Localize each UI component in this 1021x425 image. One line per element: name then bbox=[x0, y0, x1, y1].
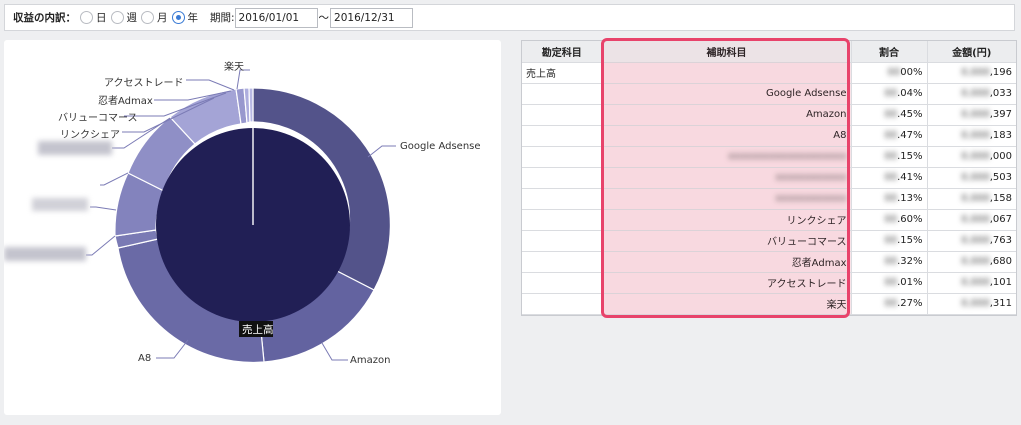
blurred-labels bbox=[4, 141, 112, 261]
cell-sub-account: 楽天 bbox=[602, 293, 852, 315]
cell-account bbox=[522, 104, 603, 126]
period-label: 期間: bbox=[210, 12, 235, 24]
radio-icon bbox=[141, 11, 154, 24]
cell-account bbox=[522, 167, 603, 189]
end-date-input[interactable] bbox=[330, 7, 414, 28]
table-row[interactable]: アクセストレード 88.01% 8,888,101 bbox=[522, 272, 1016, 294]
cell-ratio: 88.47% bbox=[851, 125, 928, 147]
label-value-commerce: バリューコマース bbox=[58, 112, 138, 124]
header-account[interactable]: 勘定科目 bbox=[522, 41, 603, 63]
cell-sub-account: リンクシェア bbox=[602, 209, 852, 231]
radio-icon bbox=[110, 11, 124, 24]
cell-account bbox=[522, 272, 603, 294]
radio-month[interactable]: 月 bbox=[141, 10, 168, 25]
radio-day[interactable]: 日 bbox=[80, 10, 107, 25]
cell-amount: 8,888,067 bbox=[927, 209, 1016, 231]
cell-amount: 8,888,397 bbox=[927, 104, 1016, 126]
radio-year-label: 年 bbox=[187, 12, 199, 24]
cell-sub-account: バリューコマース bbox=[602, 230, 852, 252]
table-row[interactable]: A8 88.47% 8,888,183 bbox=[522, 125, 1016, 147]
filter-label: 収益の内訳： bbox=[13, 12, 76, 24]
cell-account bbox=[522, 146, 603, 168]
cell-amount: 8,888,763 bbox=[927, 230, 1016, 252]
header-sub-account[interactable]: 補助科目 bbox=[602, 41, 852, 63]
cell-ratio: 88.41% bbox=[851, 167, 928, 189]
label-access-trade: アクセストレード bbox=[104, 77, 184, 89]
cell-sub-account: Amazon bbox=[602, 104, 852, 126]
cell-amount: 8,888,311 bbox=[927, 293, 1016, 315]
cell-amount: 8,888,196 bbox=[927, 62, 1016, 84]
table-row[interactable]: xxxxxxxxxxxx 88.41% 8,888,503 bbox=[522, 167, 1016, 189]
cell-ratio: 88.15% bbox=[851, 146, 928, 168]
table-row[interactable]: xxxxxxxxxxxx 88.13% 8,888,158 bbox=[522, 188, 1016, 210]
cell-sub-account: xxxxxxxxxxxxxxxxxxxx bbox=[602, 146, 852, 168]
cell-account bbox=[522, 230, 603, 252]
table-row[interactable]: Google Adsense 88.04% 8,888,033 bbox=[522, 83, 1016, 105]
cell-ratio: 88.04% bbox=[851, 83, 928, 105]
revenue-breakdown-table: 勘定科目 補助科目 割合 金額(円) 売上高 8800% 8,888,196 G… bbox=[522, 41, 1016, 315]
cell-amount: 8,888,000 bbox=[927, 146, 1016, 168]
cell-account bbox=[522, 125, 603, 147]
center-label: 売上高 bbox=[242, 323, 274, 336]
range-separator: 〜 bbox=[318, 12, 330, 24]
cell-amount: 8,888,680 bbox=[927, 251, 1016, 273]
cell-sub-account bbox=[602, 62, 852, 84]
cell-ratio: 88.60% bbox=[851, 209, 928, 231]
cell-ratio: 88.15% bbox=[851, 230, 928, 252]
label-ninja-admax: 忍者Admax bbox=[98, 95, 153, 107]
radio-week[interactable]: 週 bbox=[110, 10, 138, 25]
cell-account bbox=[522, 293, 603, 315]
cell-sub-account: xxxxxxxxxxxx bbox=[602, 188, 852, 210]
cell-ratio: 88.32% bbox=[851, 251, 928, 273]
table-header-row: 勘定科目 補助科目 割合 金額(円) bbox=[522, 41, 1016, 63]
cell-sub-account: A8 bbox=[602, 125, 852, 147]
label-rakuten: 楽天 bbox=[224, 60, 244, 73]
cell-account bbox=[522, 83, 603, 105]
revenue-donut-chart: Google Adsense Amazon A8 リンクシェア バリューコマース… bbox=[4, 60, 481, 366]
table-row[interactable]: 売上高 8800% 8,888,196 bbox=[522, 62, 1016, 84]
cell-ratio: 8800% bbox=[851, 62, 928, 84]
slice-rakuten[interactable] bbox=[248, 87, 254, 123]
table-row[interactable]: バリューコマース 88.15% 8,888,763 bbox=[522, 230, 1016, 252]
table-row[interactable]: Amazon 88.45% 8,888,397 bbox=[522, 104, 1016, 126]
cell-sub-account: xxxxxxxxxxxx bbox=[602, 167, 852, 189]
label-a8: A8 bbox=[138, 353, 151, 364]
start-date-input[interactable] bbox=[234, 7, 318, 28]
cell-account bbox=[522, 251, 603, 273]
radio-icon bbox=[80, 11, 93, 24]
header-amount[interactable]: 金額(円) bbox=[927, 41, 1016, 63]
header-ratio[interactable]: 割合 bbox=[851, 41, 928, 63]
cell-ratio: 88.13% bbox=[851, 188, 928, 210]
radio-year[interactable]: 年 bbox=[171, 10, 199, 25]
table-row[interactable]: 楽天 88.27% 8,888,311 bbox=[522, 293, 1016, 315]
cell-account: 売上高 bbox=[522, 62, 603, 84]
label-amazon: Amazon bbox=[350, 355, 390, 366]
cell-sub-account: Google Adsense bbox=[602, 83, 852, 105]
table-body: 売上高 8800% 8,888,196 Google Adsense 88.04… bbox=[522, 62, 1016, 315]
cell-amount: 8,888,158 bbox=[927, 188, 1016, 210]
cell-sub-account: アクセストレード bbox=[602, 272, 852, 294]
cell-account bbox=[522, 209, 603, 231]
radio-selected-icon bbox=[171, 11, 185, 24]
cell-amount: 8,888,033 bbox=[927, 83, 1016, 105]
revenue-breakdown-table-panel: 勘定科目 補助科目 割合 金額(円) 売上高 8800% 8,888,196 G… bbox=[521, 40, 1017, 316]
radio-day-label: 日 bbox=[96, 12, 107, 24]
cell-ratio: 88.45% bbox=[851, 104, 928, 126]
revenue-donut-chart-panel: Google Adsense Amazon A8 リンクシェア バリューコマース… bbox=[4, 40, 501, 415]
cell-amount: 8,888,183 bbox=[927, 125, 1016, 147]
label-google-adsense: Google Adsense bbox=[400, 141, 481, 152]
cell-account bbox=[522, 188, 603, 210]
cell-amount: 8,888,101 bbox=[927, 272, 1016, 294]
table-row[interactable]: リンクシェア 88.60% 8,888,067 bbox=[522, 209, 1016, 231]
label-link-share: リンクシェア bbox=[60, 129, 120, 141]
table-row[interactable]: 忍者Admax 88.32% 8,888,680 bbox=[522, 251, 1016, 273]
revenue-filter-bar: 収益の内訳： 日 週 月 年 期間: 〜 bbox=[4, 4, 1015, 31]
table-row[interactable]: xxxxxxxxxxxxxxxxxxxx 88.15% 8,888,000 bbox=[522, 146, 1016, 168]
cell-ratio: 88.01% bbox=[851, 272, 928, 294]
cell-sub-account: 忍者Admax bbox=[602, 251, 852, 273]
radio-week-label: 週 bbox=[126, 12, 138, 24]
cell-amount: 8,888,503 bbox=[927, 167, 1016, 189]
cell-ratio: 88.27% bbox=[851, 293, 928, 315]
radio-month-label: 月 bbox=[157, 12, 168, 24]
